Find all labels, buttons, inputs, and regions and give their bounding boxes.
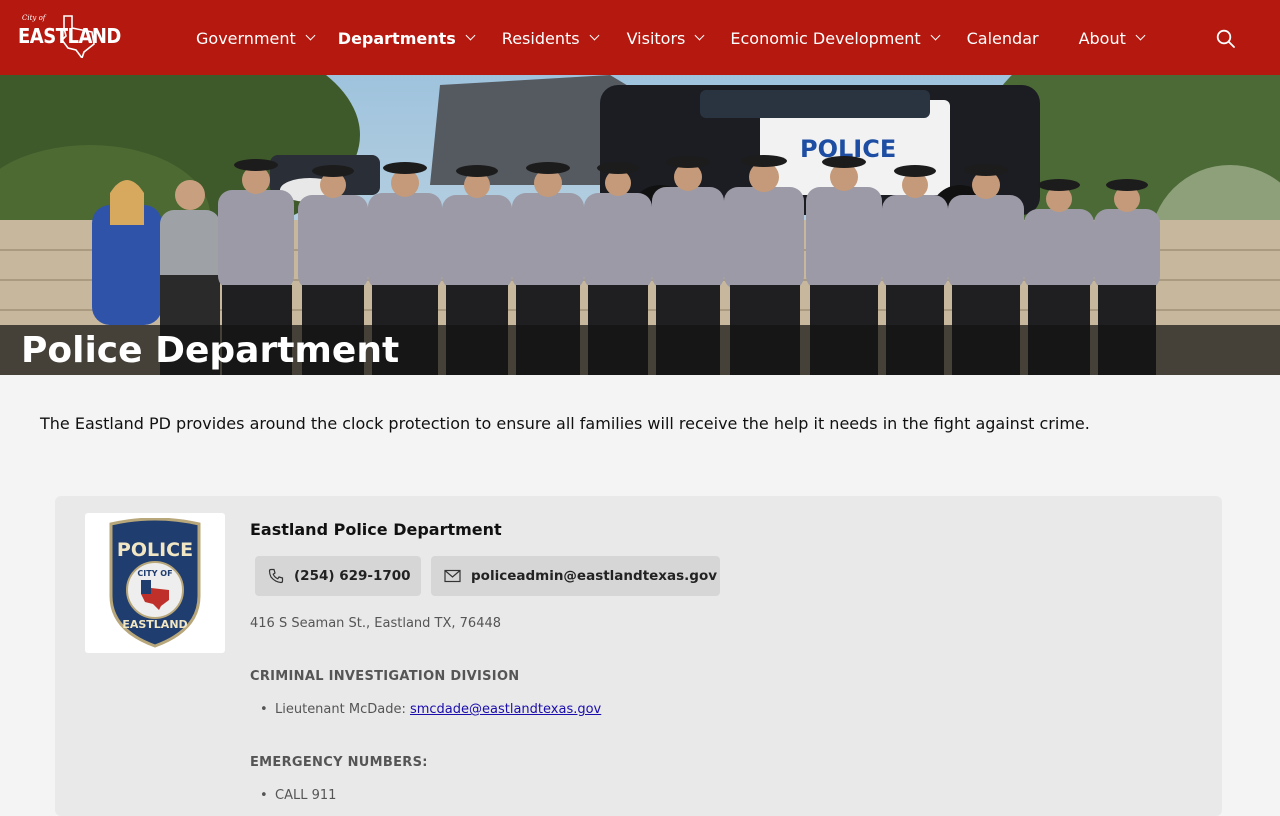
- phone-button[interactable]: (254) 629-1700: [255, 556, 421, 596]
- badge-top-text: POLICE: [117, 539, 193, 561]
- police-badge-logo: POLICE CITY OF EASTLAND: [85, 513, 225, 653]
- police-badge-icon: POLICE CITY OF EASTLAND: [109, 518, 201, 648]
- chevron-down-icon: [930, 30, 941, 41]
- nav-label: Residents: [501, 28, 580, 48]
- email-button[interactable]: policeadmin@eastlandtexas.gov: [431, 556, 720, 596]
- list-item: Lieutenant McDade: smcdade@eastlandtexas…: [260, 702, 601, 717]
- chevron-down-icon: [694, 30, 705, 41]
- department-card: POLICE CITY OF EASTLAND Eastland Police …: [55, 496, 1222, 816]
- list-item: CALL 911: [260, 788, 337, 803]
- logo-text: EASTLAND: [18, 24, 121, 49]
- site-header: City of EASTLAND Government Departments …: [0, 0, 1280, 75]
- badge-bottom-text: EASTLAND: [122, 618, 187, 631]
- phone-number: (254) 629-1700: [294, 568, 411, 584]
- badge-middle-text: CITY OF: [137, 569, 172, 578]
- page-title: Police Department: [21, 330, 400, 371]
- emergency-label: CALL 911: [275, 788, 337, 803]
- phone-icon: [268, 568, 284, 584]
- logo-small-text: City of: [22, 14, 46, 22]
- main-nav: Government Departments Residents Visitor…: [196, 26, 1146, 50]
- nav-visitors[interactable]: Visitors: [626, 28, 705, 48]
- nav-departments[interactable]: Departments: [337, 28, 476, 48]
- chevron-down-icon: [305, 30, 316, 41]
- emergency-heading: EMERGENCY NUMBERS:: [250, 755, 428, 770]
- email-address: policeadmin@eastlandtexas.gov: [471, 568, 718, 584]
- nav-government[interactable]: Government: [196, 28, 316, 48]
- department-name: Eastland Police Department: [250, 520, 502, 539]
- chevron-down-icon: [589, 30, 600, 41]
- cid-heading: CRIMINAL INVESTIGATION DIVISION: [250, 669, 520, 684]
- department-address: 416 S Seaman St., Eastland TX, 76448: [250, 616, 502, 631]
- contact-label: Lieutenant McDade:: [275, 702, 410, 717]
- search-icon[interactable]: [1216, 29, 1236, 49]
- envelope-icon: [444, 569, 461, 583]
- chevron-down-icon: [465, 30, 476, 41]
- hero-banner: POLICE Police Department: [0, 75, 1280, 375]
- nav-label: Departments: [337, 28, 456, 48]
- contact-email-link[interactable]: smcdade@eastlandtexas.gov: [410, 702, 601, 717]
- nav-label: Economic Development: [730, 28, 921, 48]
- city-logo[interactable]: City of EASTLAND: [18, 14, 121, 60]
- nav-residents[interactable]: Residents: [501, 28, 600, 48]
- intro-text: The Eastland PD provides around the cloc…: [40, 414, 1090, 433]
- nav-label: About: [1078, 28, 1126, 48]
- nav-calendar[interactable]: Calendar: [967, 29, 1039, 48]
- nav-about[interactable]: About: [1078, 28, 1146, 48]
- chevron-down-icon: [1135, 30, 1146, 41]
- nav-label: Visitors: [626, 28, 686, 48]
- nav-label: Government: [196, 28, 296, 48]
- nav-label: Calendar: [966, 28, 1039, 48]
- nav-economic-development[interactable]: Economic Development: [730, 28, 941, 48]
